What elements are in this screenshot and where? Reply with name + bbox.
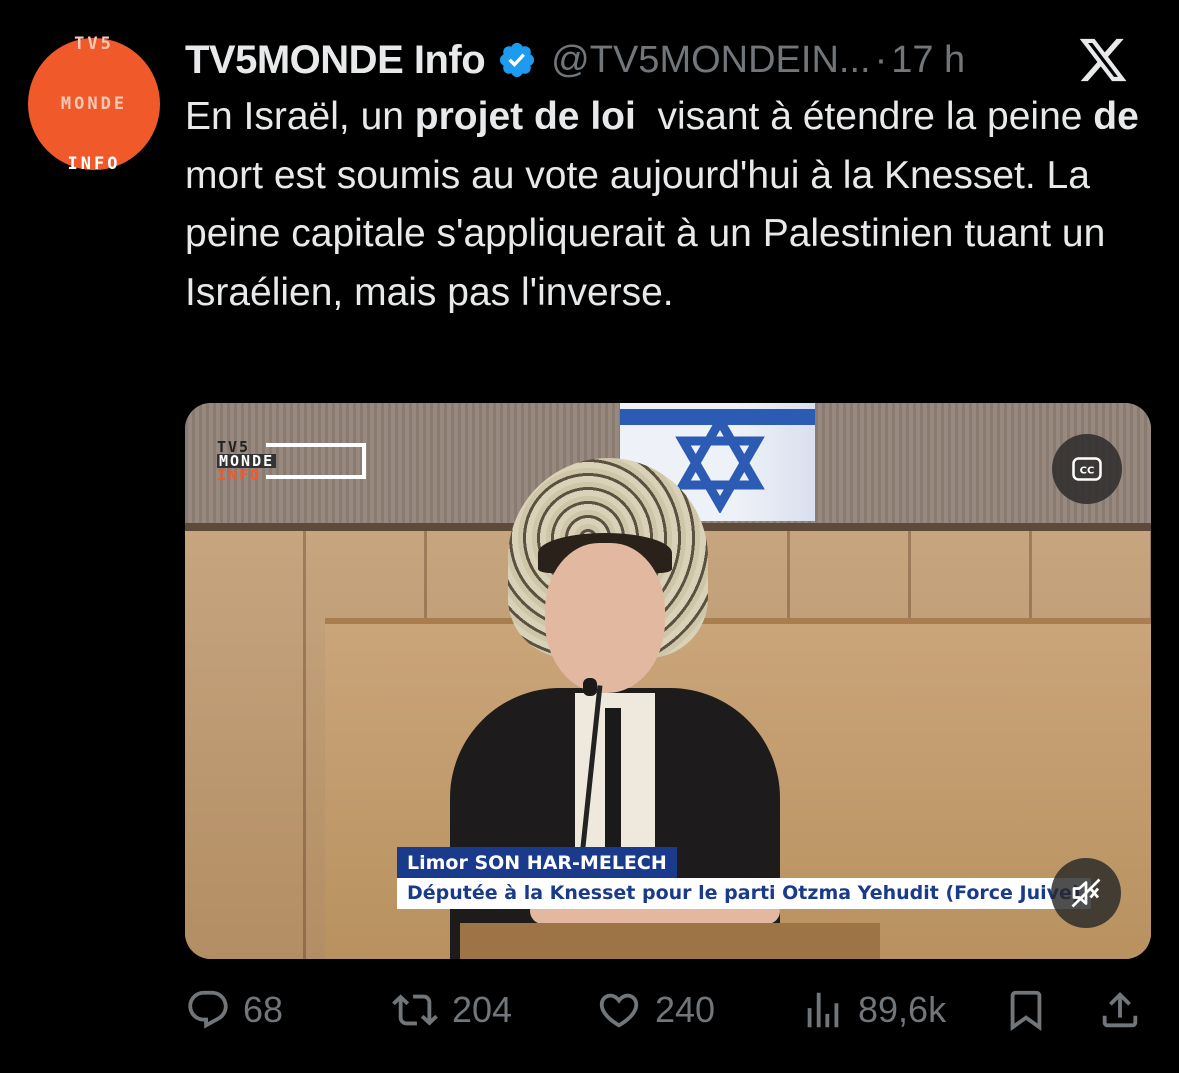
- tweet-text: En Israël, un projet de loi visant à éte…: [185, 88, 1165, 322]
- share-icon: [1102, 991, 1138, 1028]
- closed-captions-button[interactable]: CC: [1052, 434, 1122, 504]
- like-count: 240: [655, 989, 716, 1030]
- tweet-text-bold-segment: projet de loi: [414, 95, 636, 138]
- video-player[interactable]: TV5 MONDE INFO CC Limor SON HAR-MELECH D…: [185, 403, 1151, 959]
- share-button[interactable]: [1097, 980, 1143, 1040]
- lower-third-role: Députée à la Knesset pour le parti Otzma…: [397, 878, 1091, 909]
- timestamp[interactable]: 17 h: [891, 39, 965, 82]
- repost-icon: [392, 994, 438, 1026]
- display-name[interactable]: TV5MONDE Info: [185, 38, 486, 83]
- tweet-text-segment: visant à étendre la peine: [635, 95, 1094, 138]
- channel-watermark: TV5 MONDE INFO: [217, 440, 367, 483]
- tweet-text-segment: En Israël, un: [185, 95, 415, 138]
- tweet: TV5 MONDE INFO TV5MONDE Info @TV5MONDEIN…: [0, 0, 1179, 1073]
- svg-text:CC: CC: [1080, 466, 1095, 477]
- like-icon: [599, 993, 639, 1028]
- reply-button[interactable]: 68: [185, 980, 283, 1040]
- views-button[interactable]: 89,6k: [800, 980, 946, 1040]
- views-count: 89,6k: [858, 989, 947, 1030]
- reply-count: 68: [243, 989, 284, 1030]
- podium-top: [460, 923, 880, 959]
- lower-third-name: Limor SON HAR-MELECH: [397, 847, 677, 878]
- repost-count: 204: [452, 989, 513, 1030]
- verified-badge-icon: [500, 42, 535, 78]
- tweet-text-bold-segment: de: [1093, 95, 1139, 138]
- separator: ·: [874, 38, 888, 81]
- like-button[interactable]: 240: [595, 980, 715, 1040]
- lower-third: Limor SON HAR-MELECH Députée à la Knesse…: [397, 847, 1091, 909]
- avatar[interactable]: TV5 MONDE INFO: [28, 34, 160, 174]
- closed-captions-icon: CC: [1072, 457, 1102, 481]
- reply-icon: [188, 990, 228, 1029]
- unmute-button[interactable]: [1051, 858, 1121, 928]
- bookmark-button[interactable]: [1003, 980, 1049, 1040]
- views-icon: [807, 992, 839, 1028]
- handle[interactable]: @TV5MONDEIN...: [551, 39, 870, 82]
- repost-button[interactable]: 204: [390, 980, 512, 1040]
- avatar-logo-text: TV5 MONDE INFO: [60, 34, 128, 174]
- watermark-bracket: [266, 443, 367, 479]
- muted-speaker-icon: [1071, 878, 1101, 908]
- microphone-head: [583, 678, 597, 696]
- x-logo-icon[interactable]: [1077, 34, 1129, 86]
- action-bar: 68 204 240 89,6k: [185, 980, 1145, 1040]
- bookmark-icon: [1010, 990, 1042, 1031]
- tweet-text-segment: mort est soumis au vote aujourd'hui à la…: [185, 153, 1106, 314]
- tweet-header: TV5MONDE Info @TV5MONDEIN... · 17 h: [185, 30, 1159, 90]
- face: [545, 543, 665, 693]
